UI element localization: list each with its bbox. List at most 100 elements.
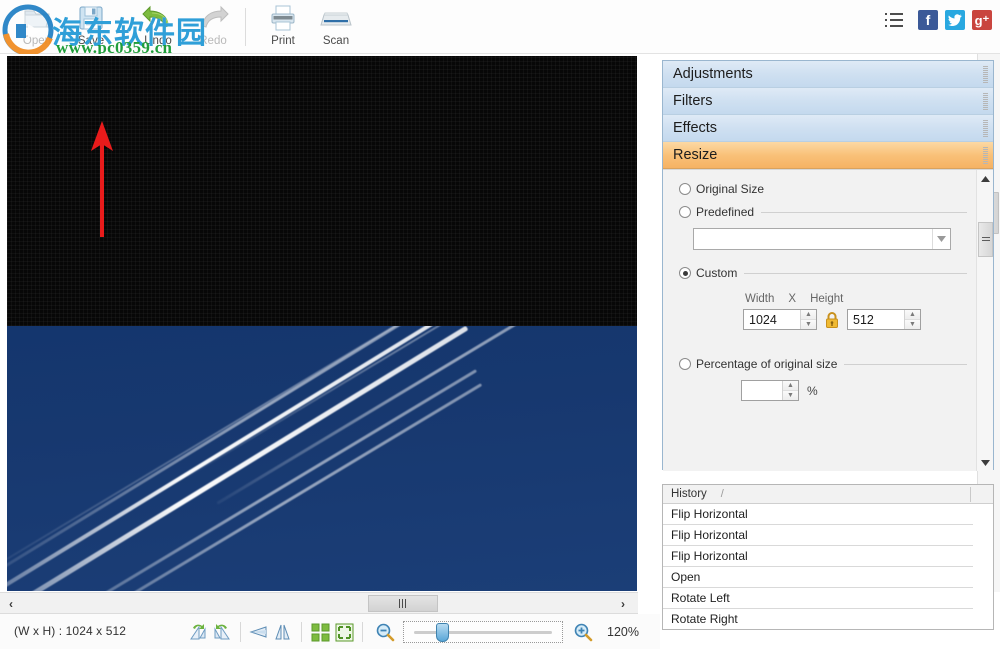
panel-section-effects[interactable]: Effects (663, 115, 993, 142)
facebook-icon[interactable]: f (918, 10, 938, 30)
predefined-row[interactable]: Predefined (679, 205, 975, 219)
canvas-horizontal-scrollbar[interactable]: ‹ › (0, 592, 638, 614)
flip-horizontal-icon[interactable] (271, 620, 295, 644)
custom-radio[interactable] (679, 267, 691, 279)
history-item[interactable]: Rotate Right (663, 609, 973, 629)
floppy-disk-icon (60, 3, 122, 33)
panel-section-adjustments-label: Adjustments (673, 66, 753, 82)
rotate-left-icon[interactable] (186, 620, 210, 644)
status-bar: (W x H) : 1024 x 512 120% (0, 614, 660, 649)
history-item[interactable]: Flip Horizontal (663, 546, 973, 567)
history-item[interactable]: Flip Horizontal (663, 525, 973, 546)
history-header: History / (663, 485, 993, 504)
height-input[interactable]: 512 ▲ ▼ (847, 309, 921, 330)
horizontal-scrollbar-thumb[interactable] (368, 595, 438, 612)
redo-button[interactable]: Redo (182, 3, 244, 51)
resize-panel-content: Original Size Predefined Custom Width X … (663, 170, 975, 471)
zoom-slider-track (414, 630, 552, 634)
size-field-labels: Width X Height (679, 293, 975, 305)
size-inputs-row: 1024 ▲ ▼ 512 ▲ ▼ (679, 309, 975, 330)
height-step-up[interactable]: ▲ (905, 310, 920, 320)
section-grip (983, 120, 988, 137)
zoom-in-icon[interactable] (571, 620, 595, 644)
scroll-left-button[interactable]: ‹ (0, 593, 22, 614)
resize-panel-scrollbar[interactable] (976, 170, 993, 471)
height-stepper[interactable]: ▲ ▼ (904, 310, 920, 329)
width-step-down[interactable]: ▼ (801, 320, 816, 329)
image-viewport[interactable] (7, 56, 637, 591)
undo-button[interactable]: Undo (127, 3, 189, 51)
undo-arrow-icon (127, 3, 189, 33)
original-size-row[interactable]: Original Size (679, 182, 975, 196)
width-input[interactable]: 1024 ▲ ▼ (743, 309, 817, 330)
toolbar-separator (245, 8, 246, 46)
panel-section-adjustments[interactable]: Adjustments (663, 61, 993, 88)
actual-size-icon[interactable] (308, 620, 332, 644)
scroll-right-button[interactable]: › (612, 593, 634, 614)
application-window: Open Save Undo Redo Print Scan f g⁺ 海东软件… (0, 0, 1000, 649)
percentage-step-up[interactable]: ▲ (783, 381, 798, 391)
custom-row[interactable]: Custom (679, 266, 975, 280)
original-size-label: Original Size (696, 182, 765, 196)
undo-button-label: Undo (144, 35, 172, 47)
percentage-input-row: ▲ ▼ % (679, 380, 975, 401)
thumb-grip (981, 236, 990, 243)
panel-scroll-up-button[interactable] (977, 170, 993, 188)
scan-button[interactable]: Scan (305, 3, 367, 51)
open-button-label: Open (22, 35, 52, 47)
percentage-step-down[interactable]: ▼ (783, 391, 798, 400)
zoom-slider[interactable] (403, 621, 563, 643)
predefined-size-dropdown[interactable] (693, 228, 951, 250)
custom-size-block: Width X Height 1024 ▲ ▼ 512 ▲ ▼ (679, 293, 975, 330)
width-value: 1024 (749, 312, 777, 327)
resize-panel-body: Original Size Predefined Custom Width X … (663, 169, 993, 471)
status-divider-2 (301, 622, 302, 642)
padlock-icon[interactable] (824, 311, 840, 329)
height-step-down[interactable]: ▼ (905, 320, 920, 329)
photo-sky-region (7, 326, 637, 591)
panel-scroll-down-button[interactable] (977, 454, 993, 471)
list-menu-icon[interactable] (885, 13, 903, 27)
width-label: Width (745, 293, 775, 305)
percentage-row[interactable]: Percentage of original size (679, 357, 975, 371)
twitter-icon[interactable] (945, 10, 965, 30)
predefined-radio[interactable] (679, 206, 691, 218)
panel-scrollbar-thumb[interactable] (978, 222, 993, 257)
open-button[interactable]: Open (6, 3, 68, 51)
fit-to-window-icon[interactable] (332, 620, 356, 644)
scan-button-label: Scan (322, 35, 350, 47)
facebook-glyph: f (925, 12, 931, 28)
save-button[interactable]: Save (60, 3, 122, 51)
scroll-left-glyph: ‹ (9, 596, 13, 611)
status-divider-3 (362, 622, 363, 642)
panel-section-resize[interactable]: Resize (663, 142, 993, 169)
percentage-stepper[interactable]: ▲ ▼ (782, 381, 798, 400)
panel-section-effects-label: Effects (673, 120, 718, 136)
googleplus-icon[interactable]: g⁺ (972, 10, 992, 30)
history-item[interactable]: Open (663, 567, 973, 588)
original-size-radio[interactable] (679, 183, 691, 195)
panel-section-filters[interactable]: Filters (663, 88, 993, 115)
history-column-divider (970, 487, 971, 502)
chevron-down-icon (932, 229, 950, 249)
flip-vertical-icon[interactable] (247, 620, 271, 644)
rotate-right-icon[interactable] (210, 620, 234, 644)
photo-dark-band (7, 56, 637, 326)
width-stepper[interactable]: ▲ ▼ (800, 310, 816, 329)
percentage-input[interactable]: ▲ ▼ (741, 380, 799, 401)
thumb-grip (399, 599, 407, 608)
history-list[interactable]: Flip Horizontal Flip Horizontal Flip Hor… (663, 504, 973, 629)
toolbar-right-icons: f g⁺ (885, 10, 992, 30)
group-rule (844, 363, 967, 365)
zoom-out-icon[interactable] (373, 620, 397, 644)
history-item[interactable]: Flip Horizontal (663, 504, 973, 525)
panel-section-filters-label: Filters (673, 93, 713, 109)
width-step-up[interactable]: ▲ (801, 310, 816, 320)
zoom-slider-thumb[interactable] (436, 622, 449, 642)
percentage-radio[interactable] (679, 358, 691, 370)
image-canvas-area[interactable] (0, 54, 660, 592)
history-item[interactable]: Rotate Left (663, 588, 973, 609)
open-folder-icon (6, 3, 68, 33)
save-button-label: Save (77, 35, 105, 47)
tools-panel: Adjustments Filters Effects Resize Origi… (662, 60, 994, 471)
